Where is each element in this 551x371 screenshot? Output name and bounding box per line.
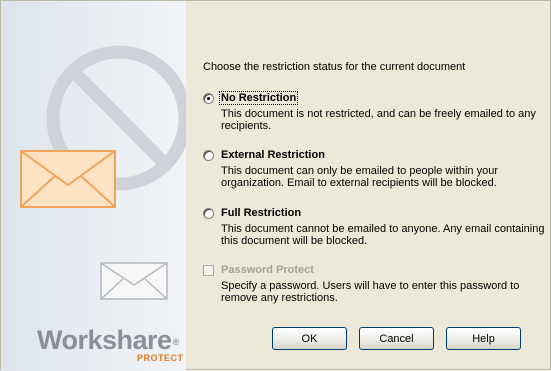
- restricted-envelope-icon: [20, 45, 186, 300]
- password-protect-checkbox: [203, 265, 214, 276]
- illustration-panel: Workshare® PROTECT: [1, 1, 186, 371]
- restriction-options-panel: Choose the restriction status for the cu…: [203, 1, 544, 371]
- prompt-text: Choose the restriction status for the cu…: [203, 61, 466, 73]
- external-restriction-description: This document can only be emailed to peo…: [221, 165, 498, 189]
- full-restriction-radio[interactable]: [203, 208, 214, 219]
- external-restriction-radio[interactable]: [203, 150, 214, 161]
- brand-name: Workshare: [37, 325, 172, 355]
- brand-product: PROTECT: [137, 353, 184, 363]
- password-protect-description: Specify a password. Users will have to e…: [221, 280, 520, 304]
- brand-mark: ®: [172, 337, 180, 347]
- no-restriction-label[interactable]: No Restriction: [219, 91, 299, 105]
- password-protect-label: Password Protect: [221, 264, 314, 276]
- full-restriction-label[interactable]: Full Restriction: [221, 207, 301, 219]
- external-restriction-label[interactable]: External Restriction: [221, 149, 325, 161]
- help-button[interactable]: Help: [446, 327, 521, 350]
- brand-logo: Workshare®: [37, 327, 179, 354]
- ok-button[interactable]: OK: [272, 327, 347, 350]
- restriction-dialog: Workshare® PROTECT Choose the restrictio…: [0, 0, 551, 371]
- cancel-button[interactable]: Cancel: [359, 327, 434, 350]
- no-restriction-radio[interactable]: [203, 93, 214, 104]
- no-restriction-description: This document is not restricted, and can…: [221, 108, 536, 132]
- full-restriction-description: This document cannot be emailed to anyon…: [221, 223, 545, 247]
